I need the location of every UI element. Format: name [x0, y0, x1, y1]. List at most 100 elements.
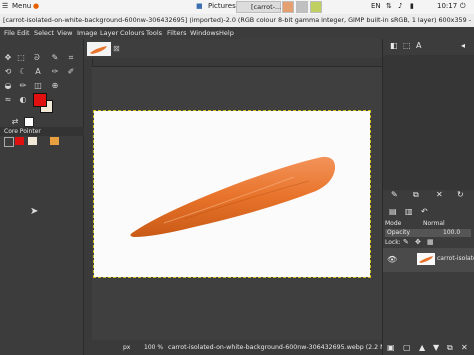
lock-label: Lock:	[385, 239, 401, 246]
network-icon[interactable]: ⇅	[386, 2, 392, 10]
clone-tool-icon[interactable]: ⊕	[50, 81, 60, 91]
lock-alpha-icon[interactable]: ▦	[427, 238, 434, 246]
brush-tab-icon[interactable]: ◧	[390, 41, 398, 50]
brushes-panel[interactable]	[383, 55, 474, 190]
folder-icon: ■	[196, 2, 203, 10]
menu-file[interactable]: File	[4, 29, 15, 37]
lasso-tool-icon[interactable]: ᘐ	[32, 53, 42, 63]
crop-tool-icon[interactable]: ⌗	[66, 53, 76, 63]
menu-help[interactable]: Help	[219, 29, 234, 37]
menu-windows[interactable]: Windows	[190, 29, 219, 37]
window-titlebar[interactable]: [carrot-isolated-on-white-background-600…	[0, 14, 474, 27]
color-picker-icon[interactable]: ✐	[66, 67, 76, 77]
menu-label[interactable]: Menu	[12, 2, 31, 10]
horizontal-ruler[interactable]	[92, 58, 382, 67]
firefox-icon[interactable]: ●	[33, 2, 39, 10]
image-canvas[interactable]	[93, 110, 371, 278]
opacity-label: Opacity	[387, 229, 411, 236]
battery-icon[interactable]: ▮	[410, 2, 414, 10]
paths-tool-icon[interactable]: ✑	[50, 67, 60, 77]
dodge-tool-icon[interactable]: ◐	[18, 95, 28, 105]
toolbox: ✥ ⬚ ᘐ ✎ ⌗ ⟲ ☾ A ✑ ✐ ◒ ✏ ◫ ⊕ ≈ ◐ ⚲ ⇄ Core…	[0, 39, 84, 355]
quick-mask-icon[interactable]	[24, 117, 34, 127]
carrot-image	[130, 156, 336, 237]
panel-menu-icon[interactable]: ◂	[461, 41, 465, 50]
layer-row[interactable]: 👁 carrot-isolated-o	[383, 248, 474, 272]
edit-icon[interactable]: ✎	[391, 190, 398, 199]
new-group-icon[interactable]: ▢	[403, 343, 411, 352]
zoom-select[interactable]: 100 %	[144, 344, 163, 351]
desktop-panel: ☰ Menu ● ■ Pictures [carrot-... EN ⇅ ♪ ▮…	[0, 0, 474, 14]
opacity-slider[interactable]: Opacity 100.0	[385, 229, 471, 237]
carrot-thumbnail-icon	[90, 46, 107, 54]
right-dock: ◧ ⬚ A ◂ ✎ ⧉ ✕ ↻ ▤ ▥ ↶ Mode Normal Opacit…	[382, 39, 474, 355]
font-tab-icon[interactable]: A	[416, 41, 421, 50]
core-pointer-label: Core Pointer	[4, 128, 41, 135]
text-tool-icon[interactable]: A	[33, 67, 43, 77]
eraser-icon[interactable]: ◫	[33, 81, 43, 91]
rect-select-tool-icon[interactable]: ⬚	[16, 53, 26, 63]
menu-colours[interactable]: Colours	[120, 29, 144, 37]
swap-colors-icon[interactable]: ⇄	[10, 117, 20, 127]
menu-select[interactable]: Select	[34, 29, 54, 37]
refresh-icon[interactable]: ↻	[457, 190, 464, 199]
duplicate-layer-icon[interactable]: ⧉	[447, 343, 453, 353]
visibility-icon[interactable]: 👁	[387, 255, 397, 264]
warp-tool-icon[interactable]: ☾	[18, 67, 28, 77]
status-info: carrot-isolated-on-white-background-600n…	[168, 344, 393, 351]
smudge-tool-icon[interactable]: ≈	[3, 95, 13, 105]
menu-tools[interactable]: Tools	[146, 29, 162, 37]
pointer-bg-swatch[interactable]	[28, 137, 37, 145]
transform-tool-icon[interactable]: ⟲	[3, 67, 13, 77]
layer-name: carrot-isolated-o	[437, 255, 474, 262]
menu-edit[interactable]: Edit	[17, 29, 30, 37]
pointer-tool-icon[interactable]	[4, 137, 14, 147]
paintbrush-icon[interactable]: ✏	[18, 81, 28, 91]
mouse-cursor-icon: ➤	[30, 206, 39, 217]
paths-tab-icon[interactable]: ↶	[421, 207, 428, 216]
task-files[interactable]	[310, 1, 322, 13]
duplicate-icon[interactable]: ⧉	[413, 190, 419, 200]
menu-layer[interactable]: Layer	[100, 29, 118, 37]
delete-layer-icon[interactable]: ✕	[461, 343, 468, 352]
menu-view[interactable]: View	[57, 29, 72, 37]
lower-layer-icon[interactable]: ▼	[433, 343, 439, 352]
image-thumbnail-tab[interactable]	[87, 42, 111, 56]
layer-thumbnail	[417, 253, 435, 265]
pointer-fg-swatch[interactable]	[15, 137, 24, 145]
fuzzy-select-tool-icon[interactable]: ✎	[50, 53, 60, 63]
image-tabs: ⊠	[84, 39, 382, 58]
clock[interactable]: 10:17	[437, 2, 457, 10]
pointer-pattern-swatch[interactable]	[50, 137, 59, 145]
task-pictures[interactable]: Pictures	[208, 2, 236, 10]
new-layer-icon[interactable]: ▣	[387, 343, 395, 352]
volume-icon[interactable]: ♪	[398, 2, 402, 10]
menu-icon[interactable]: ☰	[2, 2, 8, 10]
move-tool-icon[interactable]: ✥	[3, 53, 13, 63]
mode-label: Mode	[385, 220, 402, 227]
unit-select[interactable]: px	[123, 344, 130, 351]
menubar: File Edit Select View Image Layer Colour…	[0, 27, 474, 39]
power-icon[interactable]: ⏻	[460, 2, 466, 11]
core-pointer-header: Core Pointer	[0, 127, 84, 136]
task-firefox[interactable]	[282, 1, 294, 13]
layers-tab-icon[interactable]: ▤	[389, 207, 397, 216]
window-title: [carrot-isolated-on-white-background-600…	[3, 16, 471, 24]
channels-tab-icon[interactable]: ▥	[405, 207, 413, 216]
task-terminal[interactable]	[296, 1, 308, 13]
opacity-value: 100.0	[443, 229, 461, 236]
lock-pixels-icon[interactable]: ✎	[403, 238, 409, 246]
keyboard-layout[interactable]: EN	[371, 2, 381, 10]
menu-filters[interactable]: Filters	[167, 29, 186, 37]
delete-icon[interactable]: ✕	[436, 190, 443, 199]
lock-position-icon[interactable]: ✥	[415, 238, 421, 246]
foreground-color-swatch-top[interactable]	[33, 93, 47, 107]
close-tab-icon[interactable]: ⊠	[113, 44, 120, 53]
mode-select[interactable]: Normal	[423, 220, 445, 227]
task-gimp-window[interactable]: [carrot-...	[236, 1, 281, 13]
task-gimp-label: [carrot-...	[251, 3, 282, 11]
raise-layer-icon[interactable]: ▲	[419, 343, 425, 352]
menu-image[interactable]: Image	[77, 29, 97, 37]
bucket-fill-icon[interactable]: ◒	[3, 81, 13, 91]
pattern-tab-icon[interactable]: ⬚	[403, 41, 411, 50]
